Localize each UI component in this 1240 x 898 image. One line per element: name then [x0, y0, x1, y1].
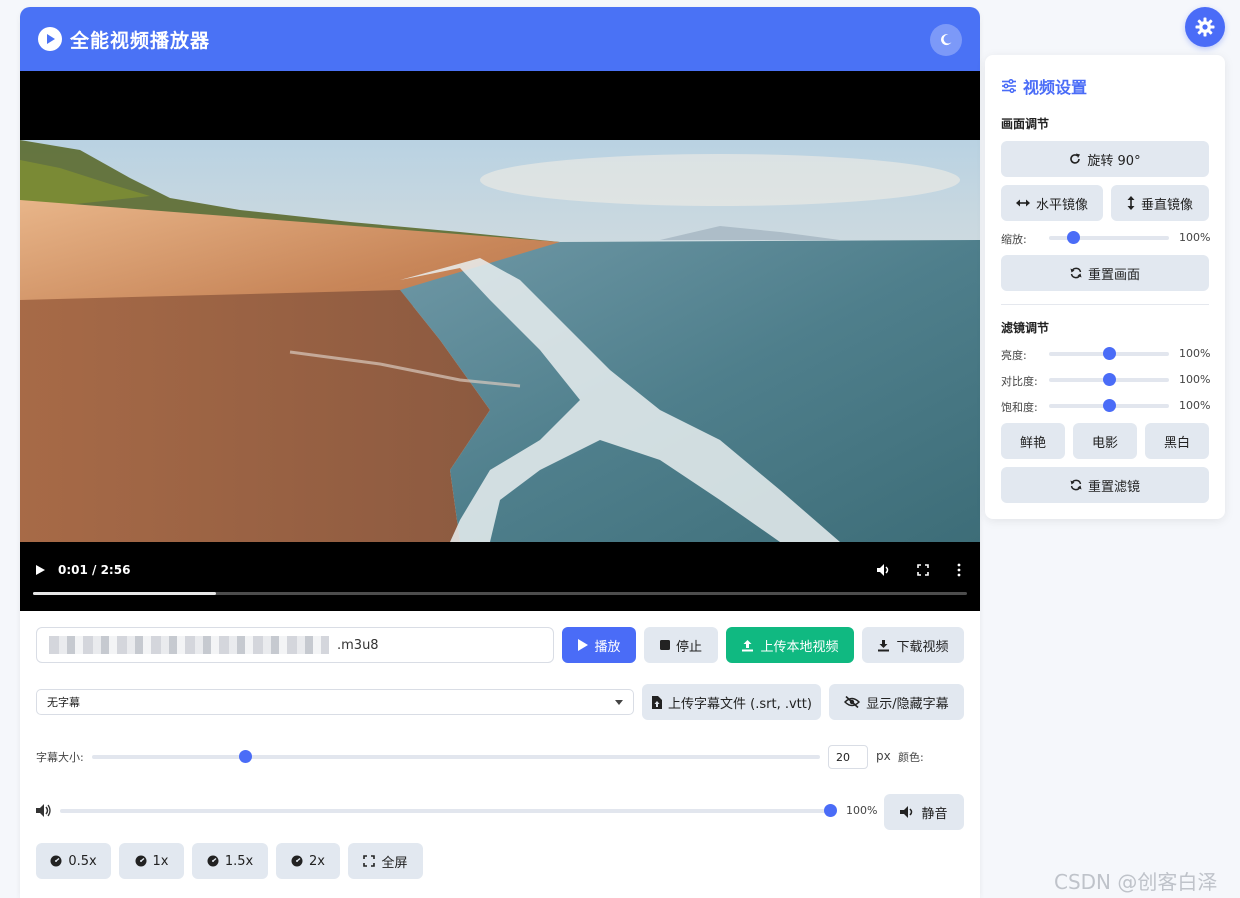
hflip-button[interactable]: 水平镜像 — [1001, 185, 1103, 221]
upload-subtitle-button[interactable]: 上传字幕文件 (.srt, .vtt) — [642, 684, 821, 720]
speedometer-icon — [207, 855, 219, 867]
reset-filter-button[interactable]: 重置滤镜 — [1001, 467, 1209, 503]
picture-section-title: 画面调节 — [1001, 117, 1050, 131]
watermark: CSDN @创客白泽 — [1054, 870, 1218, 894]
section-divider — [1001, 304, 1209, 305]
settings-title: 视频设置 — [1001, 74, 1087, 98]
url-suffix: .m3u8 — [337, 637, 379, 653]
settings-toggle-button[interactable] — [1185, 7, 1225, 47]
file-upload-icon — [652, 695, 663, 709]
volume-icon — [900, 806, 913, 818]
saturation-value: 100% — [1179, 399, 1211, 412]
contrast-label: 对比度: — [1001, 375, 1038, 388]
redacted-url — [49, 636, 329, 654]
stop-button[interactable]: 停止 — [644, 627, 718, 663]
brightness-label: 亮度: — [1001, 349, 1027, 362]
play-icon — [578, 639, 589, 651]
time-display: 0:01 / 2:56 — [58, 563, 131, 577]
fullscreen-button[interactable]: 全屏 — [348, 843, 423, 879]
speedometer-icon — [50, 855, 62, 867]
color-label: 颜色: — [898, 751, 924, 764]
volume-icon[interactable] — [876, 563, 890, 577]
video-player[interactable]: 0:01 / 2:56 — [20, 71, 980, 611]
expand-icon — [363, 855, 376, 867]
saturation-slider[interactable] — [1049, 399, 1169, 412]
upload-video-button[interactable]: 上传本地视频 — [726, 627, 854, 663]
saturation-label: 饱和度: — [1001, 401, 1038, 414]
font-size-unit: px — [876, 749, 891, 763]
vflip-button[interactable]: 垂直镜像 — [1111, 185, 1209, 221]
font-size-label: 字幕大小: — [36, 751, 84, 764]
speed-button-1x[interactable]: 1x — [119, 843, 184, 879]
contrast-slider[interactable] — [1049, 373, 1169, 386]
download-icon — [878, 639, 890, 651]
toggle-subtitle-button[interactable]: 显示/隐藏字幕 — [829, 684, 964, 720]
contrast-value: 100% — [1179, 373, 1211, 386]
play-button[interactable]: 播放 — [562, 627, 636, 663]
rotate-button[interactable]: 旋转 90° — [1001, 141, 1209, 177]
more-options-icon[interactable] — [956, 563, 962, 577]
brightness-slider[interactable] — [1049, 347, 1169, 360]
volume-value: 100% — [846, 804, 878, 817]
brightness-slider-thumb[interactable] — [1103, 347, 1116, 360]
arrows-vertical-icon — [1127, 196, 1135, 210]
refresh-icon — [1070, 479, 1082, 491]
zoom-slider-thumb[interactable] — [1067, 231, 1080, 244]
zoom-value: 100% — [1179, 231, 1211, 244]
speedometer-icon — [291, 855, 303, 867]
zoom-slider[interactable] — [1049, 231, 1169, 244]
speedometer-icon — [135, 855, 147, 867]
progress-fill — [33, 592, 217, 595]
speed-button-2x[interactable]: 2x — [276, 843, 340, 879]
app-header: 全能视频播放器 — [20, 7, 980, 71]
sliders-icon — [1002, 79, 1016, 93]
upload-icon — [742, 639, 754, 651]
play-icon[interactable] — [32, 562, 48, 578]
filter-section-title: 滤镜调节 — [1001, 321, 1050, 335]
chevron-down-icon — [615, 699, 623, 705]
contrast-slider-thumb[interactable] — [1103, 373, 1116, 386]
preset-vivid-button[interactable]: 鲜艳 — [1001, 423, 1065, 459]
font-size-slider[interactable] — [92, 750, 820, 763]
volume-slider-thumb[interactable] — [824, 804, 837, 817]
moon-icon — [941, 34, 952, 46]
rotate-icon — [1070, 153, 1081, 164]
volume-icon — [36, 804, 51, 817]
mute-button[interactable]: 静音 — [884, 794, 964, 830]
volume-slider[interactable] — [60, 804, 837, 817]
theme-toggle-button[interactable] — [930, 24, 962, 56]
url-input[interactable]: .m3u8 — [36, 627, 554, 663]
zoom-label: 缩放: — [1001, 233, 1027, 246]
font-size-slider-thumb[interactable] — [238, 750, 252, 763]
progress-bar[interactable] — [33, 592, 967, 595]
fullscreen-icon[interactable] — [916, 563, 930, 577]
eye-slash-icon — [844, 696, 861, 708]
preset-cinema-button[interactable]: 电影 — [1073, 423, 1137, 459]
video-frame — [20, 140, 980, 542]
gear-icon — [1195, 17, 1215, 37]
download-video-button[interactable]: 下载视频 — [862, 627, 964, 663]
reset-picture-button[interactable]: 重置画面 — [1001, 255, 1209, 291]
brightness-value: 100% — [1179, 347, 1211, 360]
preset-bw-button[interactable]: 黑白 — [1145, 423, 1209, 459]
refresh-icon — [1070, 267, 1082, 279]
settings-panel: 视频设置 画面调节 旋转 90° 水平镜像 垂直镜像 缩放: 100% 重置画面… — [985, 55, 1225, 519]
speed-button-1.5x[interactable]: 1.5x — [192, 843, 268, 879]
stop-icon — [659, 640, 670, 650]
saturation-slider-thumb[interactable] — [1103, 399, 1116, 412]
app-title: 全能视频播放器 — [70, 29, 211, 52]
player-card: 全能视频播放器 0:01 / 2:56 .m3u8 播放 停止 上传本地视频 下… — [20, 7, 980, 898]
video-controls: 0:01 / 2:56 — [20, 541, 980, 611]
arrows-horizontal-icon — [1015, 199, 1030, 207]
subtitle-select[interactable]: 无字幕 — [36, 689, 634, 715]
play-circle-icon — [38, 27, 62, 51]
font-size-input[interactable]: 20 — [828, 745, 868, 769]
speed-button-0.5x[interactable]: 0.5x — [36, 843, 111, 879]
